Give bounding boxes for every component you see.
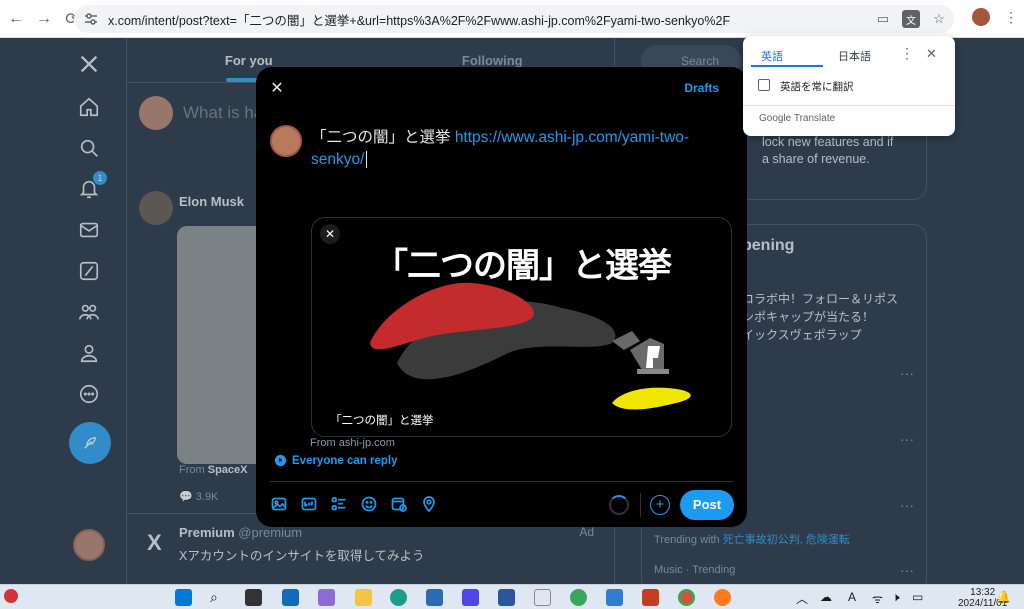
divider: [743, 105, 955, 106]
edge-icon[interactable]: [390, 589, 407, 606]
powerpoint-icon[interactable]: [642, 589, 659, 606]
translate-popup: 英語 日本語 ⋮ ✕ 英語を常に翻訳 Google Translate: [743, 36, 955, 136]
task-view-icon[interactable]: [245, 589, 262, 606]
maps-icon[interactable]: [570, 589, 587, 606]
poll-icon[interactable]: [330, 495, 348, 513]
media-icon[interactable]: [270, 495, 288, 513]
close-icon[interactable]: ✕: [926, 46, 937, 62]
post-text: 「二つの闇」と選挙: [311, 129, 455, 146]
taskbar: ⌕ ︿ ☁ A ᯤ 🕨 ▭ 13:32 2024/11/01 🔔: [0, 584, 1024, 609]
chrome-icon[interactable]: [678, 589, 695, 606]
back-icon[interactable]: ←: [2, 5, 30, 33]
search-icon[interactable]: ⌕: [210, 589, 227, 606]
menu-dots-icon[interactable]: ⋮: [1004, 9, 1018, 26]
gif-icon[interactable]: [300, 495, 318, 513]
divider: [640, 493, 641, 517]
reply-settings[interactable]: Everyone can reply: [274, 454, 397, 467]
url-text[interactable]: x.com/intent/post?text=「二つの闇」と選挙+&url=ht…: [108, 10, 868, 29]
character-counter: [609, 495, 629, 515]
post-button[interactable]: Post: [680, 490, 734, 520]
store-icon[interactable]: [426, 589, 443, 606]
firefox-icon[interactable]: [714, 589, 731, 606]
word-icon[interactable]: [498, 589, 515, 606]
close-icon[interactable]: ✕: [268, 79, 286, 97]
phone-link-icon[interactable]: [534, 589, 551, 606]
wifi-icon[interactable]: ᯤ: [872, 590, 883, 607]
location-icon[interactable]: [420, 495, 438, 513]
bell-icon[interactable]: 🔔: [996, 590, 1011, 604]
text-caret: [366, 151, 368, 169]
address-bar[interactable]: x.com/intent/post?text=「二つの闇」と選挙+&url=ht…: [74, 5, 954, 33]
card-source: From ashi-jp.com: [310, 437, 395, 449]
file-explorer-icon[interactable]: [355, 589, 372, 606]
widgets-icon[interactable]: [4, 589, 18, 603]
battery-icon[interactable]: ▭: [912, 590, 923, 604]
tab-source-language[interactable]: 英語: [761, 48, 783, 64]
card-caption: 「二つの闇」と選挙: [330, 415, 434, 427]
globe-icon: [274, 454, 287, 467]
link-preview-card[interactable]: ✕ 「二つの闇」と選挙 「二つの闇」と選挙: [311, 217, 732, 437]
emoji-icon[interactable]: [360, 495, 378, 513]
options-icon[interactable]: ⋮: [900, 45, 914, 62]
profile-avatar[interactable]: [972, 8, 990, 26]
divider: [270, 481, 733, 482]
install-app-icon[interactable]: ▭: [874, 10, 892, 28]
copilot-icon[interactable]: [318, 589, 335, 606]
google-translate-logo: Google Translate: [759, 113, 836, 124]
always-translate-checkbox[interactable]: [758, 79, 770, 91]
compose-modal: ✕ Drafts 「二つの闇」と選挙 https://www.ashi-jp.c…: [256, 67, 747, 527]
linear-icon[interactable]: [462, 589, 479, 606]
start-icon[interactable]: [175, 589, 192, 606]
cloud-icon[interactable]: ☁: [820, 590, 832, 604]
notepad-icon[interactable]: [606, 589, 623, 606]
always-translate-label[interactable]: 英語を常に翻訳: [780, 79, 854, 94]
forward-icon[interactable]: →: [30, 5, 58, 33]
translate-icon[interactable]: 文: [902, 10, 920, 28]
drafts-button[interactable]: Drafts: [684, 81, 719, 95]
card-title: 「二つの闇」と選挙: [374, 247, 672, 285]
volume-icon[interactable]: 🕨: [892, 590, 900, 605]
site-info-icon[interactable]: [82, 10, 100, 28]
avatar: [270, 125, 302, 157]
add-post-button[interactable]: +: [650, 495, 670, 515]
reply-setting-label: Everyone can reply: [292, 454, 398, 467]
chevron-up-icon[interactable]: ︿: [796, 590, 808, 607]
tab-underline: [751, 65, 823, 67]
post-textarea[interactable]: 「二つの闇」と選挙 https://www.ashi-jp.com/yami-t…: [311, 127, 721, 171]
tab-target-language[interactable]: 日本語: [838, 48, 871, 64]
bookmark-star-icon[interactable]: ☆: [930, 10, 948, 28]
schedule-icon[interactable]: [390, 495, 408, 513]
outlook-icon[interactable]: [282, 589, 299, 606]
ime-icon[interactable]: A: [848, 590, 856, 604]
